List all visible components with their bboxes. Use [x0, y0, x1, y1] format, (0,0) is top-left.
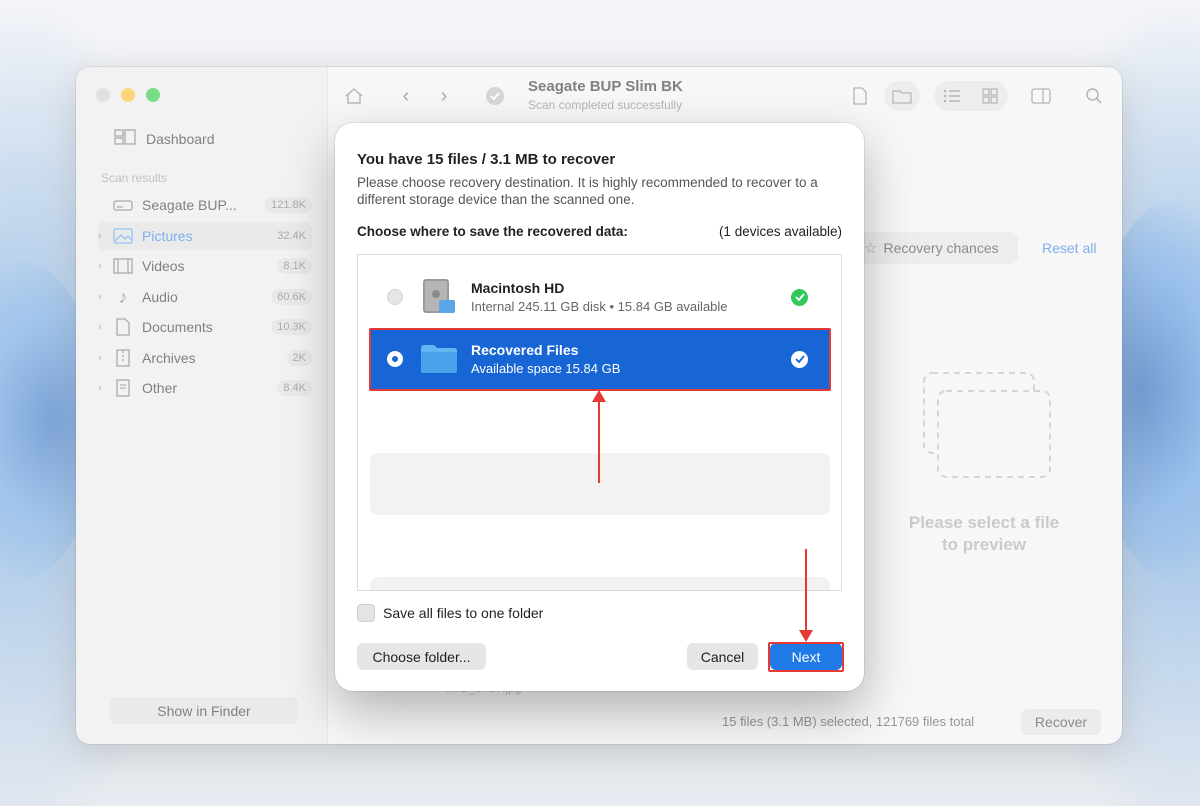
cancel-button[interactable]: Cancel [687, 643, 758, 670]
device-detail: Internal 245.11 GB disk • 15.84 GB avail… [471, 299, 728, 314]
internal-disk-icon [419, 277, 459, 317]
annotation-arrow-down [805, 549, 807, 633]
choose-destination-label: Choose where to save the recovered data: [357, 224, 628, 239]
dialog-description: Please choose recovery destination. It i… [357, 175, 818, 207]
empty-device-slot [370, 453, 830, 515]
radio-button[interactable] [387, 289, 403, 305]
check-icon [791, 288, 808, 306]
save-all-label: Save all files to one folder [383, 605, 544, 621]
empty-device-slot [370, 577, 830, 590]
annotation-arrowhead-up [592, 390, 606, 402]
devices-available-count: (1 devices available) [718, 224, 842, 239]
save-all-checkbox[interactable] [357, 604, 375, 622]
annotation-highlight-recovered-files [369, 328, 831, 391]
device-name: Macintosh HD [471, 280, 565, 296]
save-all-option[interactable]: Save all files to one folder [357, 604, 543, 622]
dialog-title: You have 15 files / 3.1 MB to recover [357, 151, 616, 168]
device-row-macintosh-hd[interactable]: Macintosh HD Internal 245.11 GB disk • 1… [370, 267, 830, 327]
annotation-arrowhead-down [799, 630, 813, 642]
choose-folder-button[interactable]: Choose folder... [357, 643, 486, 670]
annotation-highlight-next [768, 642, 844, 672]
annotation-arrow-up [598, 400, 600, 483]
